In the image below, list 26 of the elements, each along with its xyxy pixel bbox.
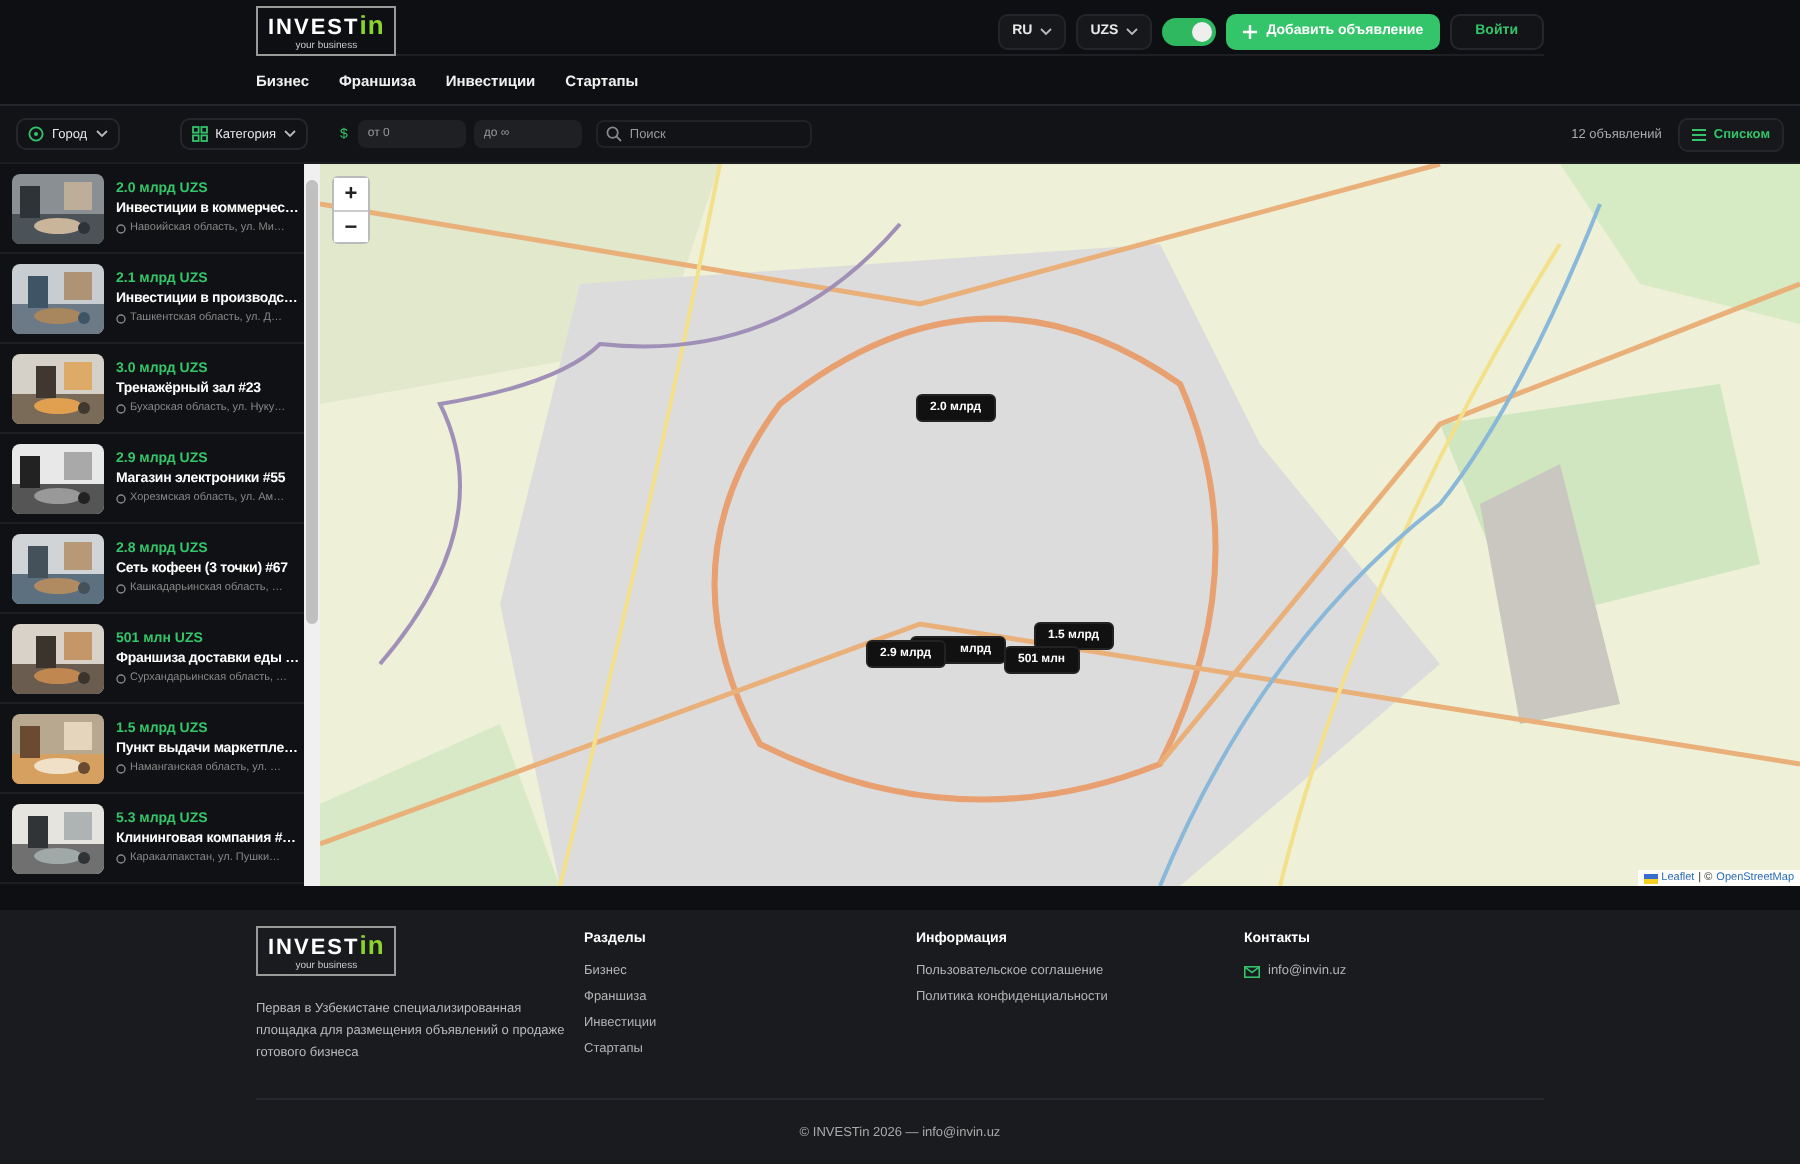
theme-toggle[interactable]	[1162, 17, 1217, 45]
pin-icon	[116, 493, 126, 503]
plus-icon	[1242, 23, 1259, 39]
pin-icon	[116, 583, 126, 593]
scrollbar[interactable]	[304, 164, 320, 886]
pin-icon	[116, 853, 126, 863]
list-icon	[1691, 127, 1706, 141]
logo-accent-text: in	[359, 12, 385, 38]
grid-icon	[191, 126, 208, 142]
pin-icon	[116, 223, 126, 233]
zoom-out-button[interactable]: −	[334, 210, 368, 242]
chevron-icon	[1126, 27, 1139, 35]
logo-text: INVEST	[268, 938, 360, 960]
flag-icon	[1643, 873, 1658, 883]
mail-icon	[1244, 965, 1260, 977]
pin-icon	[28, 126, 44, 142]
logo-text: INVEST	[268, 18, 360, 40]
chevron-icon	[95, 130, 108, 138]
logo-accent-text: in	[359, 932, 385, 958]
chevron-icon	[1040, 27, 1053, 35]
search-icon	[605, 126, 622, 142]
pin-icon	[116, 673, 126, 683]
pin-icon	[116, 313, 126, 323]
pin-icon	[116, 403, 126, 413]
pin-icon	[116, 763, 126, 773]
chevron-icon	[283, 130, 296, 138]
